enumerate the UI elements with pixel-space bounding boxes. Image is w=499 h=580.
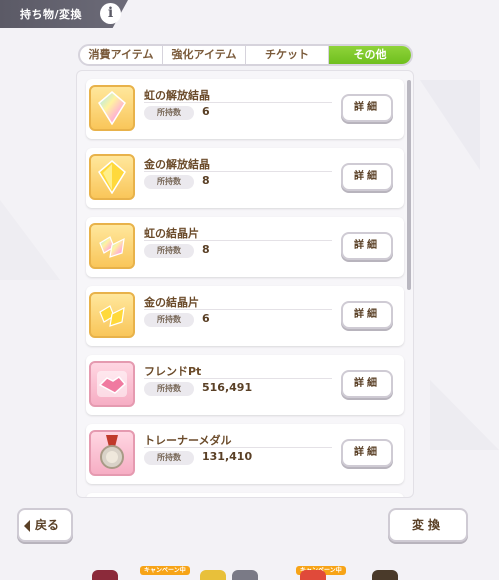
character-icon[interactable]: [300, 570, 326, 580]
detail-button[interactable]: 詳細: [341, 301, 393, 329]
info-icon[interactable]: i: [100, 3, 121, 24]
item-name: フレンドPt: [144, 365, 202, 378]
divider: [144, 240, 332, 241]
detail-button[interactable]: 詳細: [341, 94, 393, 122]
item-count: 6: [202, 105, 210, 118]
page-title: 持ち物/変換: [20, 8, 83, 21]
character-icon[interactable]: [372, 570, 398, 580]
list-item: フレンドPt 所持数 516,491 詳細: [86, 355, 404, 415]
count-label: 所持数: [144, 313, 194, 327]
campaign-badge: キャンペーン中: [140, 566, 190, 575]
item-count: 131,410: [202, 450, 253, 463]
tab-enhancement[interactable]: 強化アイテム: [163, 46, 246, 64]
item-name: トレーナーメダル: [144, 434, 232, 447]
list-item: [86, 493, 404, 497]
back-label: 戻る: [35, 518, 60, 532]
count-label: 所持数: [144, 382, 194, 396]
tab-tickets[interactable]: チケット: [246, 46, 329, 64]
list-item: 金の解放結晶 所持数 8 詳細: [86, 148, 404, 208]
item-count: 516,491: [202, 381, 253, 394]
scrollbar[interactable]: [407, 80, 411, 290]
detail-button[interactable]: 詳細: [341, 232, 393, 260]
item-count: 6: [202, 312, 210, 325]
rainbow-crystal-icon: [89, 85, 135, 131]
detail-button[interactable]: 詳細: [341, 370, 393, 398]
bottom-menu-strip: キャンペーン中 キャンペーン中: [0, 564, 499, 580]
item-name: 金の解放結晶: [144, 158, 210, 171]
gold-crystal-icon: [89, 154, 135, 200]
list-item: 金の結晶片 所持数 6 詳細: [86, 286, 404, 346]
rainbow-shard-icon: [89, 223, 135, 269]
count-label: 所持数: [144, 244, 194, 258]
list-item: 虹の結晶片 所持数 8 詳細: [86, 217, 404, 277]
item-name: 金の結晶片: [144, 296, 199, 309]
item-count: 8: [202, 174, 210, 187]
item-count: 8: [202, 243, 210, 256]
handshake-icon: [89, 361, 135, 407]
character-icon[interactable]: [92, 570, 118, 580]
divider: [144, 171, 332, 172]
tab-consumables[interactable]: 消費アイテム: [80, 46, 163, 64]
list-item: 虹の解放結晶 所持数 6 詳細: [86, 79, 404, 139]
chevron-left-icon: [24, 520, 30, 532]
count-label: 所持数: [144, 175, 194, 189]
detail-button[interactable]: 詳細: [341, 439, 393, 467]
medal-icon: [89, 430, 135, 476]
divider: [144, 378, 332, 379]
divider: [144, 309, 332, 310]
category-tabs: 消費アイテム 強化アイテム チケット その他: [78, 44, 413, 66]
divider: [144, 102, 332, 103]
tab-other[interactable]: その他: [329, 46, 411, 64]
item-name: 虹の解放結晶: [144, 89, 210, 102]
exchange-button[interactable]: 変換: [388, 508, 468, 542]
detail-button[interactable]: 詳細: [341, 163, 393, 191]
item-list[interactable]: 虹の解放結晶 所持数 6 詳細 金の解放結晶 所持数 8 詳細 虹の結晶片 所持…: [76, 70, 414, 498]
back-button[interactable]: 戻る: [17, 508, 73, 542]
divider: [144, 447, 332, 448]
character-icon[interactable]: [232, 570, 258, 580]
character-icon[interactable]: [200, 570, 226, 580]
count-label: 所持数: [144, 106, 194, 120]
item-name: 虹の結晶片: [144, 227, 199, 240]
count-label: 所持数: [144, 451, 194, 465]
gold-shard-icon: [89, 292, 135, 338]
list-item: トレーナーメダル 所持数 131,410 詳細: [86, 424, 404, 484]
